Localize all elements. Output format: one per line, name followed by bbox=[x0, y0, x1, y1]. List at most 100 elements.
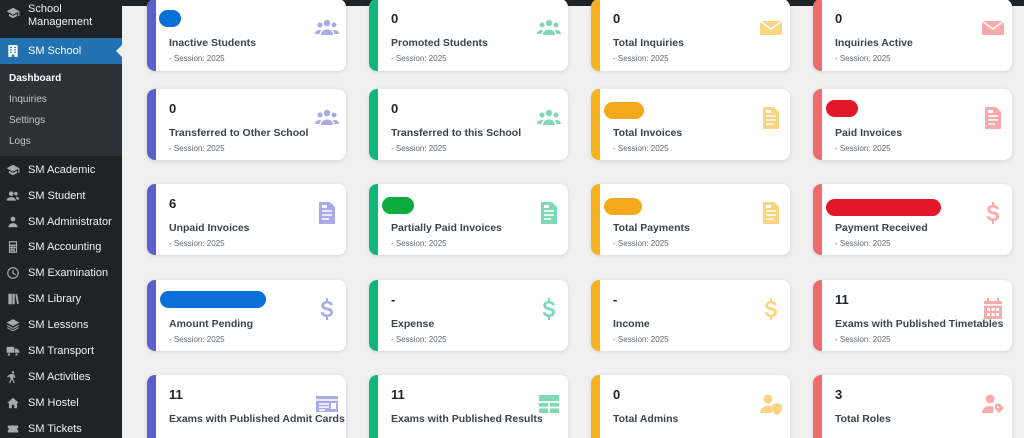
sidebar-item-label: SM Lessons bbox=[28, 319, 89, 331]
user-tie-icon bbox=[6, 215, 20, 229]
admin-sidebar: School Management SM School Dashboard In… bbox=[0, 0, 122, 438]
sidebar-item-label: SM Transport bbox=[28, 345, 95, 357]
sidebar-brand[interactable]: School Management bbox=[0, 0, 122, 36]
card-label: Payment Received bbox=[835, 222, 928, 234]
redaction-mark bbox=[826, 199, 941, 216]
card-label: Promoted Students bbox=[391, 37, 488, 49]
card-session: - Session: 2025 bbox=[613, 239, 669, 248]
sidebar-item-sm-activities[interactable]: SM Activities bbox=[0, 364, 122, 390]
stat-card-unpaid-invoices[interactable]: 6 Unpaid Invoices - Session: 2025 bbox=[147, 184, 346, 255]
sidebar-item-sm-administrator[interactable]: SM Administrator bbox=[0, 209, 122, 235]
submenu-settings[interactable]: Settings bbox=[9, 115, 45, 126]
card-session: - Session: 2025 bbox=[169, 54, 225, 63]
sidebar-item-sm-tickets[interactable]: SM Tickets bbox=[0, 416, 122, 438]
card-value: 11 bbox=[835, 292, 849, 307]
card-accent-bar bbox=[147, 0, 156, 71]
stat-card-exams-with-published-admit-cards[interactable]: 11 Exams with Published Admit Cards bbox=[147, 375, 346, 438]
card-label: Inquiries Active bbox=[835, 37, 913, 49]
user-shield-icon bbox=[758, 391, 784, 417]
stat-card-inquiries-active[interactable]: 0 Inquiries Active - Session: 2025 bbox=[813, 0, 1012, 71]
card-session: - Session: 2025 bbox=[169, 144, 225, 153]
dollar-icon bbox=[536, 296, 562, 322]
card-label: Income bbox=[613, 318, 650, 330]
stat-card-promoted-students[interactable]: 0 Promoted Students - Session: 2025 bbox=[369, 0, 568, 71]
card-value: 0 bbox=[613, 387, 621, 402]
graduation-cap-icon bbox=[6, 6, 20, 25]
card-value: 0 bbox=[613, 11, 621, 26]
invoice-icon bbox=[758, 105, 784, 131]
sidebar-item-label: SM Administrator bbox=[28, 216, 112, 228]
stat-card-total-inquiries[interactable]: 0 Total Inquiries - Session: 2025 bbox=[591, 0, 790, 71]
graduation-cap-icon bbox=[6, 163, 20, 177]
card-label: Exams with Published Results bbox=[391, 413, 543, 425]
stat-card-transferred-to-this-school[interactable]: 0 Transferred to this School - Session: 20… bbox=[369, 89, 568, 160]
stat-card-inactive-students[interactable]: Inactive Students - Session: 2025 bbox=[147, 0, 346, 71]
envelope-icon bbox=[980, 15, 1006, 41]
users-icon bbox=[536, 15, 562, 41]
card-label: Unpaid Invoices bbox=[169, 222, 250, 234]
submenu-dashboard[interactable]: Dashboard bbox=[9, 73, 61, 84]
card-label: Amount Pending bbox=[169, 318, 253, 330]
card-accent-bar bbox=[591, 89, 600, 160]
card-accent-bar bbox=[369, 89, 378, 160]
card-session: - Session: 2025 bbox=[169, 335, 225, 344]
card-accent-bar bbox=[369, 280, 378, 351]
dollar-icon bbox=[758, 296, 784, 322]
calendar-icon bbox=[980, 296, 1006, 322]
sidebar-submenu: Dashboard Inquiries Settings Logs bbox=[0, 64, 122, 156]
stat-card-payment-received[interactable]: Payment Received - Session: 2025 bbox=[813, 184, 1012, 255]
submenu-inquiries[interactable]: Inquiries bbox=[9, 94, 47, 105]
card-accent-bar bbox=[813, 280, 822, 351]
stat-card-transferred-to-other-school[interactable]: 0 Transferred to Other School - Session: 2… bbox=[147, 89, 346, 160]
sidebar-item-sm-school[interactable]: SM School bbox=[0, 38, 122, 64]
sidebar-item-sm-student[interactable]: SM Student bbox=[0, 183, 122, 209]
sidebar-item-sm-hostel[interactable]: SM Hostel bbox=[0, 390, 122, 416]
users-icon bbox=[314, 15, 340, 41]
redaction-mark bbox=[160, 291, 266, 308]
card-session: - Session: 2025 bbox=[391, 335, 447, 344]
stat-card-total-admins[interactable]: 0 Total Admins bbox=[591, 375, 790, 438]
sidebar-item-sm-accounting[interactable]: SM Accounting bbox=[0, 234, 122, 260]
card-value: 0 bbox=[835, 11, 843, 26]
sidebar-item-sm-academic[interactable]: SM Academic bbox=[0, 157, 122, 183]
card-session: - Session: 2025 bbox=[613, 144, 669, 153]
sidebar-item-label: SM Activities bbox=[28, 371, 91, 383]
card-accent-bar bbox=[369, 0, 378, 71]
stat-card-income[interactable]: - Income - Session: 2025 bbox=[591, 280, 790, 351]
card-label: Partially Paid Invoices bbox=[391, 222, 502, 234]
dollar-icon bbox=[314, 296, 340, 322]
card-accent-bar bbox=[147, 280, 156, 351]
card-value: 11 bbox=[391, 387, 405, 402]
card-accent-bar bbox=[813, 184, 822, 255]
card-accent-bar bbox=[813, 375, 822, 438]
stat-card-total-roles[interactable]: 3 Total Roles bbox=[813, 375, 1012, 438]
sidebar-item-sm-lessons[interactable]: SM Lessons bbox=[0, 312, 122, 338]
sidebar-item-sm-library[interactable]: SM Library bbox=[0, 286, 122, 312]
sidebar-item-sm-transport[interactable]: SM Transport bbox=[0, 338, 122, 364]
card-value: 0 bbox=[391, 11, 399, 26]
sidebar-item-label: SM Examination bbox=[28, 267, 109, 279]
card-value: 11 bbox=[169, 387, 183, 402]
card-session: - Session: 2025 bbox=[391, 239, 447, 248]
stat-card-total-payments[interactable]: Total Payments - Session: 2025 bbox=[591, 184, 790, 255]
card-value: - bbox=[613, 292, 618, 307]
stat-card-paid-invoices[interactable]: Paid Invoices - Session: 2025 bbox=[813, 89, 1012, 160]
users-icon bbox=[6, 189, 20, 203]
card-session: - Session: 2025 bbox=[613, 335, 669, 344]
stat-card-total-invoices[interactable]: Total Invoices - Session: 2025 bbox=[591, 89, 790, 160]
stat-card-exams-with-published-results[interactable]: 11 Exams with Published Results bbox=[369, 375, 568, 438]
sidebar-item-label: SM Tickets bbox=[28, 423, 82, 435]
sidebar-brand-label: School Management bbox=[28, 3, 93, 28]
stat-card-amount-pending[interactable]: Amount Pending - Session: 2025 bbox=[147, 280, 346, 351]
layers-icon bbox=[6, 318, 20, 332]
stat-card-exams-with-published-timetables[interactable]: 11 Exams with Published Timetables - Sessi… bbox=[813, 280, 1012, 351]
user-tag-icon bbox=[980, 391, 1006, 417]
card-session: - Session: 2025 bbox=[835, 239, 891, 248]
card-label: Inactive Students bbox=[169, 37, 256, 49]
card-label: Total Admins bbox=[613, 413, 679, 425]
card-session: - Session: 2025 bbox=[169, 239, 225, 248]
stat-card-expense[interactable]: - Expense - Session: 2025 bbox=[369, 280, 568, 351]
stat-card-partially-paid-invoices[interactable]: Partially Paid Invoices - Session: 2025 bbox=[369, 184, 568, 255]
submenu-logs[interactable]: Logs bbox=[9, 136, 31, 147]
sidebar-item-sm-examination[interactable]: SM Examination bbox=[0, 260, 122, 286]
